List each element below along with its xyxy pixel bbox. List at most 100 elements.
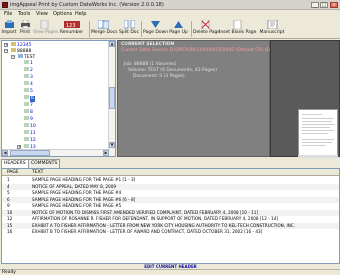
import-icon <box>4 20 15 29</box>
document-tree[interactable]: + 12345 − 88888 − TEST 1 2 3 4 5 6 7 8 9 10 11 12 +… <box>1 40 116 157</box>
document-icon <box>24 88 29 92</box>
svg-text:123: 123 <box>66 23 76 29</box>
table-row[interactable]: 4 NOTICE OF APPEAL, DATED MAY 8, 2009 <box>2 183 339 190</box>
cell-text: SAMPLE PAGE HEADING FOR THE PAGE #6 [6 -… <box>32 196 136 202</box>
cell-text: NOTICE OF MOTION TO DISMISS FIRST AMENDE… <box>32 209 259 215</box>
cell-page: 12 <box>7 216 13 221</box>
document-icon <box>24 74 29 78</box>
scroll-thumb[interactable] <box>10 150 50 156</box>
table-row[interactable]: 10 NOTICE OF MOTION TO DISMISS FIRST AMEN… <box>2 209 339 216</box>
tree-node-12[interactable]: 12 <box>24 137 36 143</box>
menu-bar: File Tools View Options Help <box>0 10 340 18</box>
folder-icon <box>11 48 16 52</box>
menu-options[interactable]: Options <box>53 11 72 17</box>
menu-help[interactable]: Help <box>75 11 86 17</box>
tree-node-3[interactable]: 3 <box>24 74 33 80</box>
current-selection-heading: CURRENT SELECTION <box>121 42 175 47</box>
cell-page: 1 <box>7 177 10 182</box>
collapse-icon[interactable]: − <box>11 55 15 59</box>
delete-page-button[interactable]: Delete Page <box>193 19 220 38</box>
document-icon <box>24 137 29 141</box>
scroll-right-icon[interactable]: ▶ <box>103 150 109 156</box>
table-row[interactable]: 16 EXHIBIT B TO FISHER AFFIRMATION - LETT… <box>2 229 339 235</box>
scroll-left-icon[interactable]: ◀ <box>2 150 8 156</box>
cell-page: 9 <box>7 203 10 208</box>
cell-text: SAMPLE PAGE HEADING FOR THE PAGE #1 [1 -… <box>32 177 136 182</box>
data-source-text: Current Data Source: D:\DATA\00\1\000001… <box>121 48 295 53</box>
split-doc-button[interactable]: Split Doc <box>118 19 140 38</box>
manuscript-icon <box>267 19 278 30</box>
window-title: imgAppeal Print by Custom DataWorks Inc.… <box>10 2 164 8</box>
menu-tools[interactable]: Tools <box>18 11 30 17</box>
tree-node-10[interactable]: 10 <box>24 123 36 129</box>
tree-node-9[interactable]: 9 <box>24 116 33 122</box>
page-down-icon <box>150 20 161 29</box>
document-icon <box>24 109 29 113</box>
cell-page: 15 <box>7 222 13 228</box>
cell-page: 6 <box>7 196 10 202</box>
minimize-button[interactable]: _ <box>311 2 319 8</box>
page-up-button[interactable]: Page Up <box>168 19 189 38</box>
toolbar-separator <box>191 21 192 37</box>
tree-vertical-scrollbar[interactable]: ▲ ▼ <box>108 41 115 156</box>
close-button[interactable]: × <box>330 2 338 8</box>
scroll-down-icon[interactable]: ▼ <box>109 142 115 148</box>
print-button[interactable]: Print <box>18 19 32 38</box>
tree-node-1[interactable]: 1 <box>24 60 33 66</box>
table-row[interactable]: 12 AFFIRMATION OF ROSANNE R. FISHER FOR D… <box>2 216 339 222</box>
tree-node-2[interactable]: 2 <box>24 67 33 73</box>
table-row[interactable]: 9 SAMPLE PAGE HEADING FOR THE PAGE #5 <box>2 203 339 209</box>
cell-page: 16 <box>7 229 13 234</box>
maximize-button[interactable]: □ <box>320 2 328 8</box>
view-pages-button[interactable]: View Pages <box>33 19 58 38</box>
preview-progress-bar <box>298 155 338 158</box>
renumber-button[interactable]: 123 Renumber <box>57 19 86 38</box>
column-header-text[interactable]: TEXT <box>32 169 43 176</box>
column-header-page[interactable]: PAGE <box>7 169 19 176</box>
document-icon <box>24 95 29 99</box>
volume-icon <box>18 54 23 58</box>
cell-text: SAMPLE PAGE HEADING FOR THE PAGE #5 <box>32 203 122 208</box>
folder-icon <box>11 42 16 46</box>
title-bar: imgAppeal Print by Custom DataWorks Inc.… <box>0 0 340 10</box>
table-row[interactable]: 1 SAMPLE PAGE HEADING FOR THE PAGE #1 [1 … <box>2 177 339 183</box>
tree-node-6[interactable]: 6 <box>24 95 35 102</box>
tree-node-5[interactable]: 5 <box>24 88 33 94</box>
menu-view[interactable]: View <box>36 11 48 17</box>
document-icon <box>24 102 29 106</box>
cell-page: 5 <box>7 190 10 195</box>
tree-horizontal-scrollbar[interactable]: ◀ ▶ <box>2 149 110 156</box>
scroll-thumb[interactable] <box>109 87 115 109</box>
menu-file[interactable]: File <box>4 11 12 17</box>
tab-comments[interactable]: COMMENTS <box>28 159 61 168</box>
collapse-icon[interactable]: − <box>4 49 8 53</box>
tree-node-8[interactable]: 8 <box>24 109 33 115</box>
scroll-up-icon[interactable]: ▲ <box>109 41 115 47</box>
tree-node-4[interactable]: 4 <box>24 81 33 87</box>
document-icon <box>24 144 29 148</box>
merge-docs-button[interactable]: Merge Docs <box>91 19 118 38</box>
bottom-tabs: HEADERS COMMENTS <box>1 159 340 169</box>
expand-icon[interactable]: + <box>4 43 8 47</box>
cell-text: AFFIRMATION OF ROSANNE R. FISHER FOR DEF… <box>32 216 278 221</box>
document-icon <box>24 123 29 127</box>
insert-blank-page-button[interactable]: Inset Blank Page <box>219 19 256 38</box>
page-down-button[interactable]: Page Down <box>143 19 168 38</box>
headers-grid[interactable]: PAGE TEXT 1 SAMPLE PAGE HEADING FOR THE P… <box>1 168 340 264</box>
cell-page: 10 <box>7 209 13 215</box>
cell-text: EXHIBIT A TO FISHER AFFIRMATION - LETTER… <box>32 222 296 228</box>
manuscript-button[interactable]: Manuscript <box>257 19 287 38</box>
table-row[interactable]: 6 SAMPLE PAGE HEADING FOR THE PAGE #6 [6 … <box>2 196 339 203</box>
table-row[interactable]: 15 EXHIBIT A TO FISHER AFFIRMATION - LETT… <box>2 222 339 229</box>
page-thumbnail[interactable] <box>298 109 338 156</box>
page-up-icon <box>173 20 184 29</box>
app-icon <box>2 2 8 8</box>
tree-node-7[interactable]: 7 <box>24 102 33 108</box>
renumber-icon: 123 <box>63 20 80 29</box>
status-bar: Ready <box>0 269 340 275</box>
grid-header: PAGE TEXT <box>2 169 339 176</box>
table-row[interactable]: 5 SAMPLE PAGE HEADING FOR THE PAGE #4 <box>2 190 339 196</box>
import-button[interactable]: Import <box>1 19 17 38</box>
document-text: Document: 5 (3 Pages) <box>133 74 185 79</box>
tree-node-11[interactable]: 11 <box>24 130 36 136</box>
